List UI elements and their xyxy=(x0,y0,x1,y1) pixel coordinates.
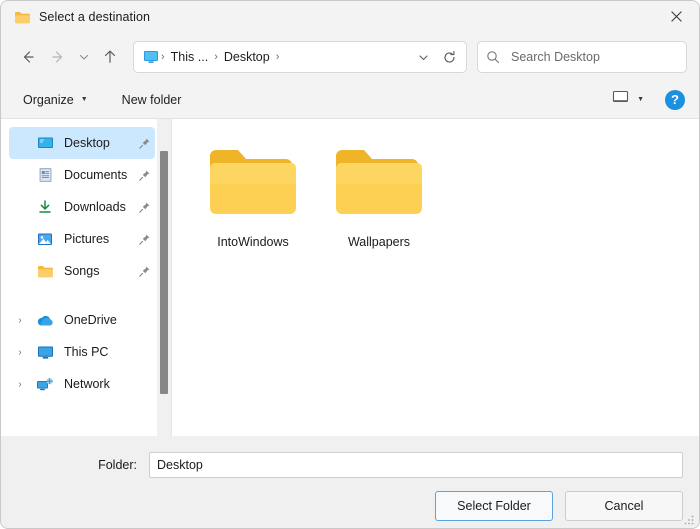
content-area: Desktop Documents Downloads Pictures Son… xyxy=(1,119,699,436)
pin-icon[interactable] xyxy=(138,169,151,182)
network-icon xyxy=(35,377,55,392)
sidebar-item-pictures[interactable]: Pictures xyxy=(9,223,155,255)
arrow-left-icon xyxy=(23,51,34,63)
sidebar-label: Documents xyxy=(64,168,128,182)
back-button[interactable] xyxy=(13,42,43,72)
search-box[interactable] xyxy=(477,41,687,73)
chevron-down-icon xyxy=(418,54,428,60)
new-folder-label: New folder xyxy=(121,92,182,107)
recent-locations-button[interactable] xyxy=(73,42,95,72)
arrow-right-icon xyxy=(52,51,63,63)
sidebar-item-onedrive[interactable]: › OneDrive xyxy=(9,304,155,336)
cancel-label: Cancel xyxy=(604,499,644,513)
refresh-icon xyxy=(443,50,455,63)
pin-icon[interactable] xyxy=(138,265,151,278)
arrow-up-icon xyxy=(104,50,116,63)
sidebar-item-network[interactable]: › Network xyxy=(9,368,155,400)
breadcrumb-item-this-pc[interactable]: This ... xyxy=(166,50,214,64)
close-button[interactable] xyxy=(654,1,699,32)
title-bar: Select a destination xyxy=(1,1,699,33)
sidebar-label: This PC xyxy=(64,345,109,359)
forward-button[interactable] xyxy=(43,42,73,72)
desktop-icon xyxy=(35,136,55,151)
sidebar-label: Network xyxy=(64,377,110,391)
downloads-icon xyxy=(35,199,55,215)
onedrive-cloud-icon xyxy=(35,314,55,327)
address-dropdown-button[interactable] xyxy=(410,44,436,70)
chevron-down-icon: ▼ xyxy=(80,96,88,103)
sidebar-label: Songs xyxy=(64,264,100,278)
sidebar-label: OneDrive xyxy=(64,313,117,327)
chevron-down-icon: ▼ xyxy=(637,96,644,103)
select-destination-dialog: Select a destination › This ... › Deskto… xyxy=(0,0,700,529)
resize-grip-icon[interactable] xyxy=(683,513,695,525)
help-button[interactable]: ? xyxy=(665,89,685,110)
chevron-down-icon xyxy=(79,54,89,60)
dialog-footer: Folder: Select Folder Cancel xyxy=(1,436,699,528)
this-pc-icon xyxy=(35,345,55,360)
window-title: Select a destination xyxy=(39,10,151,24)
organize-button[interactable]: Organize ▼ xyxy=(15,89,96,111)
pin-icon[interactable] xyxy=(138,137,151,150)
sidebar-label: Pictures xyxy=(64,232,110,246)
folder-icon xyxy=(35,264,55,279)
search-icon xyxy=(486,50,500,64)
view-monitor-icon xyxy=(612,90,629,110)
folder-icon xyxy=(13,8,31,26)
help-label: ? xyxy=(671,92,679,107)
this-pc-icon xyxy=(142,49,160,65)
sidebar-item-downloads[interactable]: Downloads xyxy=(9,191,155,223)
folder-field-label: Folder: xyxy=(98,458,137,472)
chevron-right-icon[interactable]: › xyxy=(9,315,31,326)
view-options-button[interactable]: ▼ xyxy=(607,87,649,113)
close-icon xyxy=(671,11,682,22)
command-bar: Organize ▼ New folder ▼ ? xyxy=(1,81,699,119)
breadcrumb-item-desktop[interactable]: Desktop xyxy=(219,50,275,64)
navigation-pane-scrollbar[interactable] xyxy=(157,119,172,436)
pin-icon[interactable] xyxy=(138,233,151,246)
refresh-button[interactable] xyxy=(436,44,462,70)
pictures-icon xyxy=(35,232,55,247)
list-item[interactable]: Wallpapers xyxy=(324,137,434,249)
select-folder-label: Select Folder xyxy=(457,499,531,513)
organize-label: Organize xyxy=(23,92,74,107)
folder-icon xyxy=(331,141,427,223)
sidebar-item-documents[interactable]: Documents xyxy=(9,159,155,191)
navigation-pane: Desktop Documents Downloads Pictures Son… xyxy=(1,119,157,436)
pin-icon[interactable] xyxy=(138,201,151,214)
folder-input[interactable] xyxy=(149,452,683,478)
file-name: Wallpapers xyxy=(347,235,411,249)
sidebar-item-desktop[interactable]: Desktop xyxy=(9,127,155,159)
sidebar-item-songs[interactable]: Songs xyxy=(9,255,155,287)
search-input[interactable] xyxy=(509,49,678,65)
breadcrumb-separator: › xyxy=(275,51,280,63)
documents-icon xyxy=(35,167,55,183)
cancel-button[interactable]: Cancel xyxy=(565,491,683,521)
sidebar-label: Downloads xyxy=(64,200,126,214)
sidebar-item-this-pc[interactable]: › This PC xyxy=(9,336,155,368)
file-list-pane[interactable]: IntoWindows Wallpapers xyxy=(172,119,699,436)
navigation-bar: › This ... › Desktop › xyxy=(1,33,699,81)
list-item[interactable]: IntoWindows xyxy=(198,137,308,249)
dialog-buttons: Select Folder Cancel xyxy=(1,478,699,521)
chevron-right-icon[interactable]: › xyxy=(9,379,31,390)
new-folder-button[interactable]: New folder xyxy=(114,89,190,111)
select-folder-button[interactable]: Select Folder xyxy=(435,491,553,521)
file-name: IntoWindows xyxy=(217,235,289,249)
scrollbar-thumb[interactable] xyxy=(160,151,168,394)
folder-row: Folder: xyxy=(1,436,699,478)
chevron-right-icon[interactable]: › xyxy=(9,347,31,358)
sidebar-label: Desktop xyxy=(64,136,110,150)
address-bar[interactable]: › This ... › Desktop › xyxy=(133,41,467,73)
up-button[interactable] xyxy=(95,42,125,72)
folder-icon xyxy=(205,141,301,223)
